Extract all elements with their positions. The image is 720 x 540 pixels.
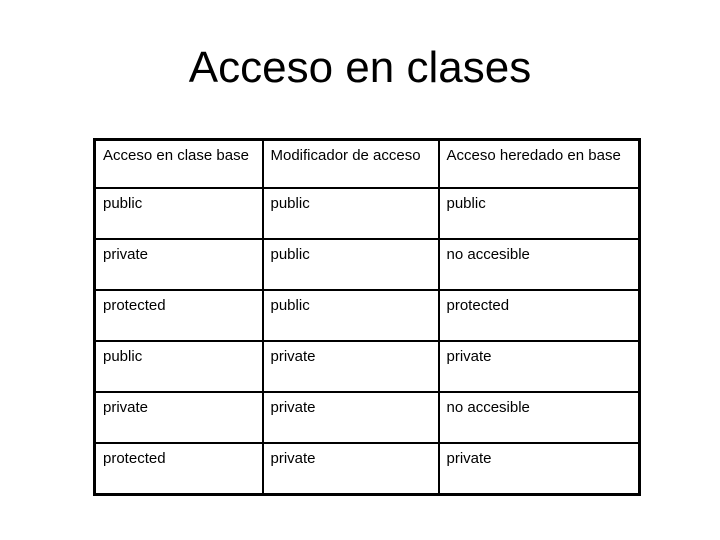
cell-modifier: private xyxy=(261,391,440,444)
cell-base-access: private xyxy=(93,238,264,291)
cell-base-access: protected xyxy=(93,289,264,342)
slide-title: Acceso en clases xyxy=(188,43,532,92)
cell-modifier: private xyxy=(261,340,440,393)
table-row: private public no accesible xyxy=(93,238,641,291)
table-row: private private no accesible xyxy=(93,391,641,444)
header-access-modifier: Modificador de acceso xyxy=(261,138,440,189)
table-header-row: Acceso en clase base Modificador de acce… xyxy=(93,138,641,189)
cell-inherited: public xyxy=(437,187,641,240)
table-row: protected public protected xyxy=(93,289,641,342)
cell-base-access: public xyxy=(93,340,264,393)
cell-modifier: public xyxy=(261,238,440,291)
cell-inherited: protected xyxy=(437,289,641,342)
cell-base-access: protected xyxy=(93,442,264,496)
table-row: public private private xyxy=(93,340,641,393)
cell-inherited: no accesible xyxy=(437,238,641,291)
cell-modifier: public xyxy=(261,289,440,342)
cell-base-access: public xyxy=(93,187,264,240)
cell-inherited: private xyxy=(437,442,641,496)
table-row: protected private private xyxy=(93,442,641,496)
table-row: public public public xyxy=(93,187,641,240)
cell-modifier: public xyxy=(261,187,440,240)
cell-modifier: private xyxy=(261,442,440,496)
cell-inherited: no accesible xyxy=(437,391,641,444)
cell-inherited: private xyxy=(437,340,641,393)
header-inherited-access: Acceso heredado en base xyxy=(437,138,641,189)
header-base-class-access: Acceso en clase base xyxy=(93,138,264,189)
access-inheritance-table: Acceso en clase base Modificador de acce… xyxy=(93,138,641,496)
cell-base-access: private xyxy=(93,391,264,444)
